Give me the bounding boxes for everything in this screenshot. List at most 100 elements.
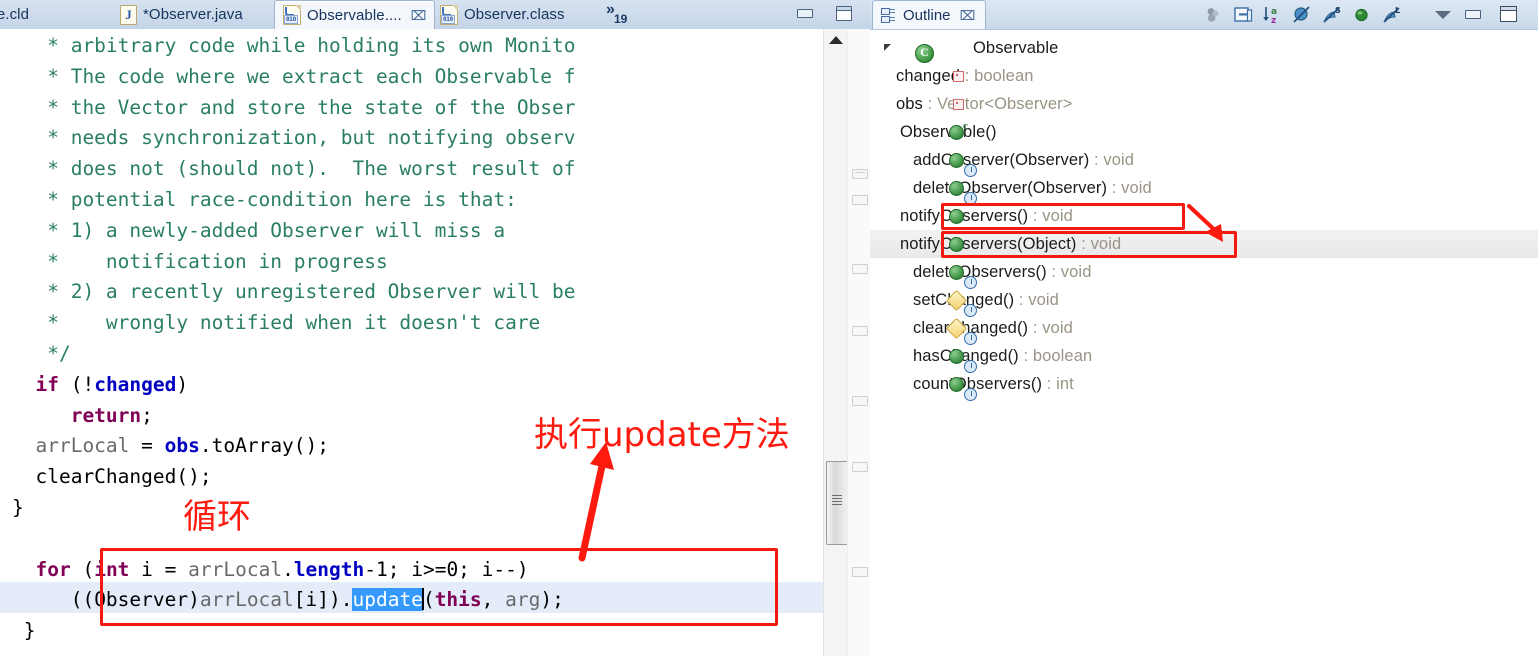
scroll-up-arrow-icon[interactable] <box>829 36 843 44</box>
editor-minimize-button[interactable] <box>797 9 813 18</box>
outline-item-label: deleteObservers() : void <box>913 262 1092 281</box>
code-line[interactable]: * potential race-condition here is that: <box>0 185 823 216</box>
code-line[interactable]: * needs synchronization, but notifying o… <box>0 123 823 154</box>
code-line[interactable]: * arbitrary code while holding its own M… <box>0 31 823 62</box>
public-constructor-icon <box>949 125 964 140</box>
code-line[interactable]: clearChanged(); <box>0 462 823 493</box>
code-token: this <box>434 588 482 612</box>
focus-on-active-task-icon[interactable] <box>1203 6 1223 24</box>
outline-item-haschanged[interactable]: hasChanged() : boolean <box>870 342 1538 373</box>
outline-view-menu-button[interactable] <box>1435 11 1451 19</box>
public-method-icon <box>949 209 964 224</box>
close-icon[interactable]: ⌧ <box>959 9 975 22</box>
class-icon <box>915 43 934 63</box>
editor-tab-observable-active[interactable]: Observable.... ⌧ <box>274 0 435 29</box>
outline-item-type: : void <box>1028 206 1073 225</box>
annotation-loop-label: 循环 <box>183 497 251 537</box>
svg-text:z: z <box>1271 16 1276 24</box>
code-token: * does not (should not). The worst resul… <box>12 157 576 181</box>
code-token: * notification in progress <box>12 249 388 273</box>
outline-item-addobserver-observer[interactable]: addObserver(Observer) : void <box>870 146 1538 177</box>
overview-marker[interactable] <box>852 326 868 336</box>
outline-item-changed[interactable]: changed : boolean <box>870 62 1538 90</box>
editor-tab-label: *Observer.java <box>143 6 243 23</box>
code-line[interactable]: * wrongly notified when it doesn't care <box>0 308 823 339</box>
editor-maximize-button[interactable] <box>836 6 852 21</box>
code-line[interactable]: } <box>0 616 823 647</box>
editor-tab-bar: ile.cld *Observer.java Observable.... ⌧ … <box>0 0 870 30</box>
overview-marker[interactable] <box>852 169 868 179</box>
outline-item-countobservers[interactable]: countObservers() : int <box>870 370 1538 401</box>
code-line[interactable]: for (int i = arrLocal.length-1; i>=0; i-… <box>0 555 823 586</box>
overview-marker[interactable] <box>852 195 868 205</box>
code-token: , <box>481 588 506 612</box>
outline-view: Outline ⌧ a z S L C Observable changed:… <box>870 0 1538 656</box>
outline-minimize-button[interactable] <box>1465 10 1481 19</box>
sort-icon[interactable]: a z <box>1262 6 1282 24</box>
code-token: length <box>293 557 365 581</box>
editor-tab-observer-class[interactable]: Observer.class <box>432 0 573 29</box>
code-line[interactable]: ((Observer)arrLocal[i]).update(this, arg… <box>0 585 823 616</box>
hide-fields-icon[interactable] <box>1292 6 1312 24</box>
code-line[interactable]: */ <box>0 339 823 370</box>
code-token: ) <box>176 372 189 396</box>
outline-item-label: countObservers() : int <box>913 374 1074 393</box>
editor-overview-ruler[interactable] <box>847 29 871 656</box>
scrollbar-grip-icon <box>832 495 842 505</box>
outline-item-label: Observable <box>973 38 1059 57</box>
close-icon[interactable]: ⌧ <box>410 9 426 22</box>
outline-item-label: addObserver(Observer) : void <box>913 150 1135 169</box>
editor-tab-overflow-button[interactable]: » 19 <box>604 1 640 28</box>
code-line[interactable]: * 2) a recently unregistered Observer wi… <box>0 277 823 308</box>
code-line[interactable]: * notification in progress <box>0 247 823 278</box>
hide-non-public-members-icon[interactable] <box>1352 6 1372 24</box>
code-line[interactable]: * the Vector and store the state of the … <box>0 93 823 124</box>
outline-item-deleteobservers[interactable]: deleteObservers() : void <box>870 258 1538 289</box>
outline-item-clearchanged[interactable]: clearChanged() : void <box>870 314 1538 345</box>
overview-marker[interactable] <box>852 462 868 472</box>
outline-item-deleteobserver-observer[interactable]: deleteObserver(Observer) : void <box>870 174 1538 205</box>
outline-item-notifyobservers[interactable]: notifyObservers() : void <box>870 202 1538 230</box>
overview-marker[interactable] <box>852 567 868 577</box>
outline-root-item[interactable]: Observable <box>870 34 1538 63</box>
overview-marker[interactable] <box>852 264 868 274</box>
outline-item-notifyobservers-object[interactable]: notifyObservers(Object) : void <box>870 230 1538 258</box>
code-line[interactable]: * The code where we extract each Observa… <box>0 62 823 93</box>
outline-item-label: obs : Vector<Observer> <box>896 94 1073 113</box>
outline-tree[interactable]: Observable changed : boolean obs : Vector<… <box>870 32 1538 656</box>
code-token: * The code where we extract each Observa… <box>12 64 576 88</box>
code-line[interactable]: * 1) a newly-added Observer will miss a <box>0 216 823 247</box>
code-line[interactable]: if (!changed) <box>0 370 823 401</box>
twisty-expanded-icon[interactable] <box>884 44 891 51</box>
public-method-icon <box>949 181 964 196</box>
hide-local-types-icon[interactable]: L <box>1382 6 1402 24</box>
collapse-all-icon[interactable] <box>1233 6 1253 24</box>
hide-static-members-icon[interactable]: S <box>1322 6 1342 24</box>
code-token: } <box>12 496 24 519</box>
outline-item-observable[interactable]: cObservable() <box>870 118 1538 146</box>
outline-item-label: changed : boolean <box>896 66 1034 85</box>
code-editor-text-area[interactable]: * arbitrary code while holding its own M… <box>0 29 823 656</box>
editor-tab-file-cld[interactable]: ile.cld <box>0 0 74 29</box>
outline-item-type: : void <box>1046 262 1092 281</box>
outline-item-obs[interactable]: obs : Vector<Observer> <box>870 90 1538 118</box>
code-line[interactable] <box>0 524 823 555</box>
hidden-tab-count: 19 <box>614 12 628 26</box>
outline-item-label: clearChanged() : void <box>913 318 1073 337</box>
code-token: changed <box>94 372 177 396</box>
outline-maximize-button[interactable] <box>1500 6 1517 22</box>
scrollbar-thumb[interactable] <box>826 461 848 545</box>
outline-item-setchanged[interactable]: setChanged() : void <box>870 286 1538 317</box>
code-token: ); <box>540 588 564 612</box>
code-token: return <box>70 403 142 427</box>
overview-marker[interactable] <box>852 396 868 406</box>
code-token: */ <box>12 342 71 365</box>
editor-tab-observer-java[interactable]: *Observer.java <box>112 0 251 29</box>
code-line[interactable]: } <box>0 493 823 524</box>
code-line[interactable]: * does not (should not). The worst resul… <box>0 154 823 185</box>
editor-vertical-scrollbar[interactable] <box>823 29 848 656</box>
outline-view-tab[interactable]: Outline ⌧ <box>872 0 986 29</box>
